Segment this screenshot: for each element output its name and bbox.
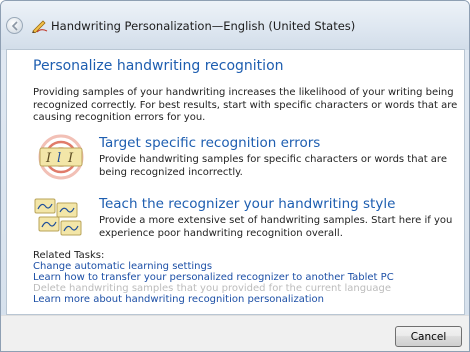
- option-teach-style[interactable]: Teach the recognizer your handwriting st…: [33, 195, 458, 241]
- svg-text:I: I: [45, 151, 52, 166]
- link-learn-more[interactable]: Learn more about handwriting recognition…: [33, 294, 324, 305]
- pen-tablet-icon: [32, 20, 48, 33]
- link-transfer-recognizer[interactable]: Learn how to transfer your personalized …: [33, 272, 394, 283]
- back-arrow-icon: [11, 21, 18, 31]
- option-description: Provide a more extensive set of handwrit…: [99, 215, 453, 239]
- option-title[interactable]: Teach the recognizer your handwriting st…: [99, 196, 395, 212]
- dialog-window: Handwriting Personalization—English (Uni…: [0, 0, 470, 352]
- title-bar: Handwriting Personalization—English (Uni…: [1, 1, 469, 50]
- handwriting-samples-icon: [34, 198, 82, 236]
- svg-text:I: I: [67, 151, 74, 166]
- back-button[interactable]: [6, 17, 23, 34]
- content-pane: Personalize handwriting recognition Prov…: [6, 49, 465, 315]
- link-automatic-learning-settings[interactable]: Change automatic learning settings: [33, 261, 212, 272]
- cancel-button[interactable]: Cancel: [395, 326, 462, 347]
- intro-text: Providing samples of your handwriting in…: [33, 87, 458, 123]
- target-errors-icon: I l I: [38, 134, 84, 180]
- page-title: Personalize handwriting recognition: [33, 58, 284, 74]
- footer-bar: Cancel: [1, 315, 469, 351]
- window-title: Handwriting Personalization—English (Uni…: [51, 19, 356, 33]
- link-delete-samples: Delete handwriting samples that you prov…: [33, 283, 392, 294]
- related-tasks-label: Related Tasks:: [33, 250, 105, 261]
- option-target-errors[interactable]: I l I Target specific recognition errors…: [33, 134, 458, 180]
- option-title[interactable]: Target specific recognition errors: [99, 135, 320, 151]
- option-description: Provide handwriting samples for specific…: [99, 154, 447, 178]
- svg-text:l: l: [57, 151, 61, 166]
